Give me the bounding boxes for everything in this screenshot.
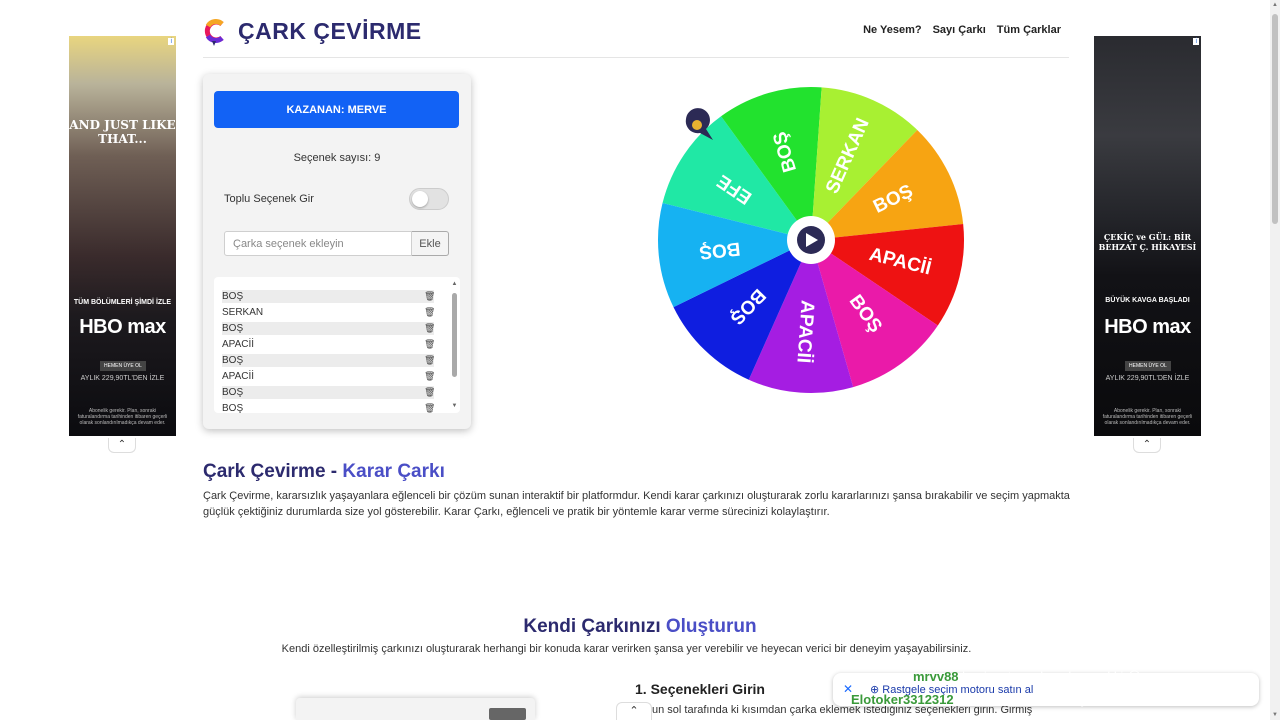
heading-accent: Oluşturun: [665, 616, 757, 637]
page: ÇARK ÇEVİRME Ne Yesem? Sayı Çarkı Tüm Ça…: [0, 0, 1280, 720]
create-wheel-paragraph: Kendi özelleştirilmiş çarkınızı oluştura…: [281, 643, 972, 655]
wheel-segment-label: BOŞ: [698, 237, 741, 262]
wheel-pointer-icon: [685, 108, 713, 140]
nav-link-ne-yesem[interactable]: Ne Yesem?: [863, 24, 922, 36]
logo-icon: [204, 19, 224, 46]
ad-cta-button[interactable]: HEMEN ÜYE OL: [100, 361, 146, 371]
ad-info-icon[interactable]: i: [168, 38, 174, 45]
ad-info-icon[interactable]: i: [1193, 38, 1199, 45]
chat-username: Elotoker3312312: [851, 692, 954, 707]
ad-fine-print: Abonelik gerekir. Plan, sonraki faturala…: [1102, 408, 1193, 426]
scroll-up-arrow-icon[interactable]: ▲: [1270, 2, 1280, 8]
right-ad-banner[interactable]: i ÇEKİÇ ve GÜL: BİR BEHZAT Ç. HİKAYESİ B…: [1094, 36, 1201, 436]
scroll-up-arrow-icon[interactable]: ▲: [451, 281, 458, 287]
nav-link-sayi-carki[interactable]: Sayı Çarkı: [933, 24, 986, 36]
option-label: APACİİ: [222, 339, 255, 350]
bottom-collapse-button[interactable]: ⌃: [616, 702, 652, 720]
heading-text: Kendi Çarkınızı: [523, 616, 661, 637]
chat-text: benim steam hesabım yokki 😂: [962, 669, 1143, 684]
site-header: ÇARK ÇEVİRME Ne Yesem? Sayı Çarkı Tüm Ça…: [203, 10, 1069, 58]
section-heading-karar-carki: Çark Çevirme - Karar Çarkı: [203, 461, 445, 483]
trash-icon[interactable]: 🗑: [424, 371, 435, 382]
chat-message-1: mrvv88 benim steam hesabım yokki 😂: [913, 669, 1142, 685]
option-label: BOŞ: [222, 323, 244, 334]
wheel-graphic[interactable]: EFEBOŞ SERKANBOŞAPACİİBOŞAPACİİBOŞBOŞ: [656, 85, 966, 395]
trash-icon[interactable]: 🗑: [424, 403, 435, 413]
add-option-input[interactable]: [224, 231, 412, 256]
spin-wheel[interactable]: EFE BOŞ SERKAN BOŞ APACİİ BOŞ APACİİ BOŞ BOŞ: [656, 85, 966, 395]
step-1-title: 1. Seçenekleri Girin: [635, 681, 765, 697]
ad-brand-logo: HBO max: [1104, 316, 1191, 338]
trash-icon[interactable]: 🗑: [424, 323, 435, 334]
option-list-item[interactable]: APACİİ 🗑: [222, 338, 435, 351]
trash-icon[interactable]: 🗑: [424, 387, 435, 398]
ad-fine-print: Abonelik gerekir. Plan, sonraki faturala…: [77, 408, 168, 426]
ad-brand-logo: HBO max: [79, 316, 166, 338]
trash-icon[interactable]: 🗑: [424, 307, 435, 318]
right-ad-collapse-button[interactable]: ⌃: [1133, 438, 1161, 453]
scroll-down-arrow-icon[interactable]: ▼: [451, 403, 458, 409]
option-list-item[interactable]: APACİİ 🗑: [222, 370, 435, 383]
ad-price: AYLIK 229,90TL'DEN İZLE: [80, 375, 165, 382]
bulk-entry-row: Toplu Seçenek Gir: [224, 188, 449, 210]
winner-button[interactable]: KAZANAN: MERVE: [214, 91, 459, 128]
bulk-entry-label: Toplu Seçenek Gir: [224, 193, 314, 205]
option-list: BOŞ 🗑 SERKAN 🗑 BOŞ 🗑 APACİİ 🗑 BOŞ 🗑 APACİİ 🗑 BOŞ 🗑 BOŞ…: [214, 277, 460, 413]
intro-paragraph: Çark Çevirme, kararsızlık yaşayanlara eğ…: [203, 490, 1070, 518]
ad-tagline: BÜYÜK KAVGA BAŞLADI: [1105, 297, 1190, 304]
page-scrollbar[interactable]: ▲ ▼: [1270, 0, 1280, 720]
ad-tagline: TÜM BÖLÜMLERİ ŞİMDİ İZLE: [73, 299, 172, 306]
option-label: BOŞ: [222, 387, 244, 398]
nav-link-tum-carklar[interactable]: Tüm Çarklar: [997, 24, 1061, 36]
chat-text: tamam sil merve ablayı: [957, 692, 1091, 707]
main-nav: Ne Yesem? Sayı Çarkı Tüm Çarklar: [863, 24, 1061, 36]
option-list-item[interactable]: BOŞ 🗑: [222, 322, 435, 335]
section-heading-create-wheel: Kendi Çarkınızı Oluşturun: [0, 616, 1280, 638]
trash-icon[interactable]: 🗑: [424, 339, 435, 350]
add-option-row: Ekle: [224, 231, 449, 256]
option-count: Seçenek sayısı: 9: [293, 152, 381, 164]
left-ad-banner[interactable]: i AND JUST LIKE THAT... TÜM BÖLÜMLERİ Şİ…: [69, 36, 176, 436]
wheel-segment-label: APACİİ: [792, 299, 817, 363]
trash-icon[interactable]: 🗑: [424, 355, 435, 366]
option-label: APACİİ: [222, 371, 255, 382]
preview-card-button[interactable]: [489, 708, 526, 720]
brand-name: ÇARK ÇEVİRME: [238, 17, 422, 44]
ad-title: ÇEKİÇ ve GÜL: BİR BEHZAT Ç. HİKAYESİ: [1098, 232, 1197, 252]
option-list-item[interactable]: BOŞ 🗑: [222, 290, 435, 303]
page-scroll-thumb[interactable]: [1272, 14, 1278, 224]
option-label: BOŞ: [222, 403, 244, 413]
option-label: BOŞ: [222, 355, 244, 366]
option-list-item[interactable]: BOŞ 🗑: [222, 354, 435, 367]
chat-message-2: Elotoker3312312 tamam sil merve ablayı: [851, 692, 1091, 707]
heading-text: Çark Çevirme -: [203, 461, 338, 482]
ad-cta-button[interactable]: HEMEN ÜYE OL: [1125, 361, 1171, 371]
left-ad-collapse-button[interactable]: ⌃: [108, 438, 136, 453]
bulk-entry-toggle[interactable]: [409, 188, 449, 210]
option-list-item[interactable]: SERKAN 🗑: [222, 306, 435, 319]
trash-icon[interactable]: 🗑: [424, 291, 435, 302]
wheel-control-panel: KAZANAN: MERVE Seçenek sayısı: 9 Toplu S…: [203, 74, 471, 429]
option-label: SERKAN: [222, 307, 264, 318]
heading-accent: Karar Çarkı: [342, 461, 445, 482]
option-list-item[interactable]: BOŞ 🗑: [222, 402, 435, 413]
option-list-item[interactable]: BOŞ 🗑: [222, 386, 435, 399]
toggle-knob: [412, 191, 428, 207]
ad-price: AYLIK 229,90TL'DEN İZLE: [1105, 375, 1190, 382]
ad-title: AND JUST LIKE THAT...: [69, 118, 176, 146]
scroll-down-arrow-icon[interactable]: ▼: [1270, 712, 1280, 718]
chat-username: mrvv88: [913, 669, 959, 684]
scroll-thumb[interactable]: [452, 293, 457, 377]
add-option-button[interactable]: Ekle: [412, 231, 449, 256]
site-logo[interactable]: ÇARK ÇEVİRME: [203, 16, 422, 46]
preview-card: [296, 698, 535, 720]
option-list-scrollbar[interactable]: ▲ ▼: [451, 281, 458, 409]
option-label: BOŞ: [222, 291, 244, 302]
